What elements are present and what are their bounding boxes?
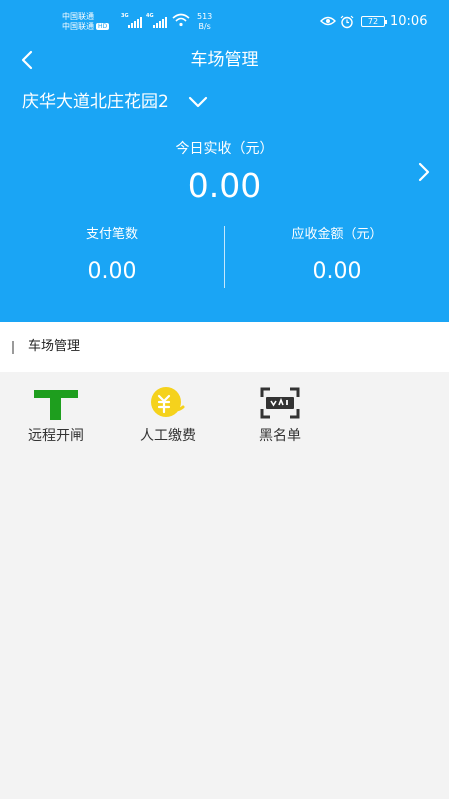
chevron-right-icon[interactable] [412,160,436,184]
alarm-icon [340,15,354,29]
chevron-down-icon [188,96,207,108]
manual-payment-icon [151,387,185,417]
receivable-amount-value: 0.00 [312,259,362,284]
carrier-1: 中国联通 [62,12,94,21]
menu-item-label: 黑名单 [259,428,301,444]
today-income-value: 0.00 [187,166,262,205]
status-bar: 中国联通 中国联通 HD 3G 4G 513 B/s 72 10:06 [0,0,449,40]
menu-item-remote-gate[interactable]: 远程开闸 [10,378,102,450]
page-title: 车场管理 [190,50,259,70]
net-speed-value: 513 [197,12,213,21]
battery-icon: 72 [361,16,387,27]
receivable-amount-label: 应收金额（元） [291,227,383,242]
remote-gate-icon [34,390,78,420]
wifi-icon [172,13,190,27]
payment-count-label: 支付笔数 [85,227,138,242]
section-title: 车场管理 [28,339,81,354]
payment-count-value: 0.00 [87,259,137,284]
menu-item-label: 远程开闸 [28,428,84,444]
status-time: 10:06 [390,14,428,29]
menu-item-manual-payment[interactable]: 人工缴费 [122,378,214,450]
today-income-label: 今日实收（元） [175,141,274,157]
carrier-info: 中国联通 中国联通 HD [62,12,110,32]
chevron-left-icon[interactable] [16,48,40,72]
net-speed-unit: B/s [198,22,211,31]
section-accent-bar [12,341,14,354]
parking-lot-selector[interactable]: 庆华大道北庄花园2 [22,88,209,116]
menu-item-label: 人工缴费 [140,428,196,444]
carrier-2: 中国联通 [62,22,94,31]
hd-badge: HD [96,23,110,30]
blacklist-plate-scan-icon [260,387,300,419]
menu-item-blacklist[interactable]: 黑名单 [234,378,326,450]
eye-icon [320,16,336,26]
net-speed: 513 B/s [197,12,212,32]
header-panel: 中国联通 中国联通 HD 3G 4G 513 B/s 72 10:06 车场管理… [0,0,449,322]
parking-lot-name: 庆华大道北庄花园2 [22,92,169,112]
section-header: 车场管理 [0,322,449,372]
